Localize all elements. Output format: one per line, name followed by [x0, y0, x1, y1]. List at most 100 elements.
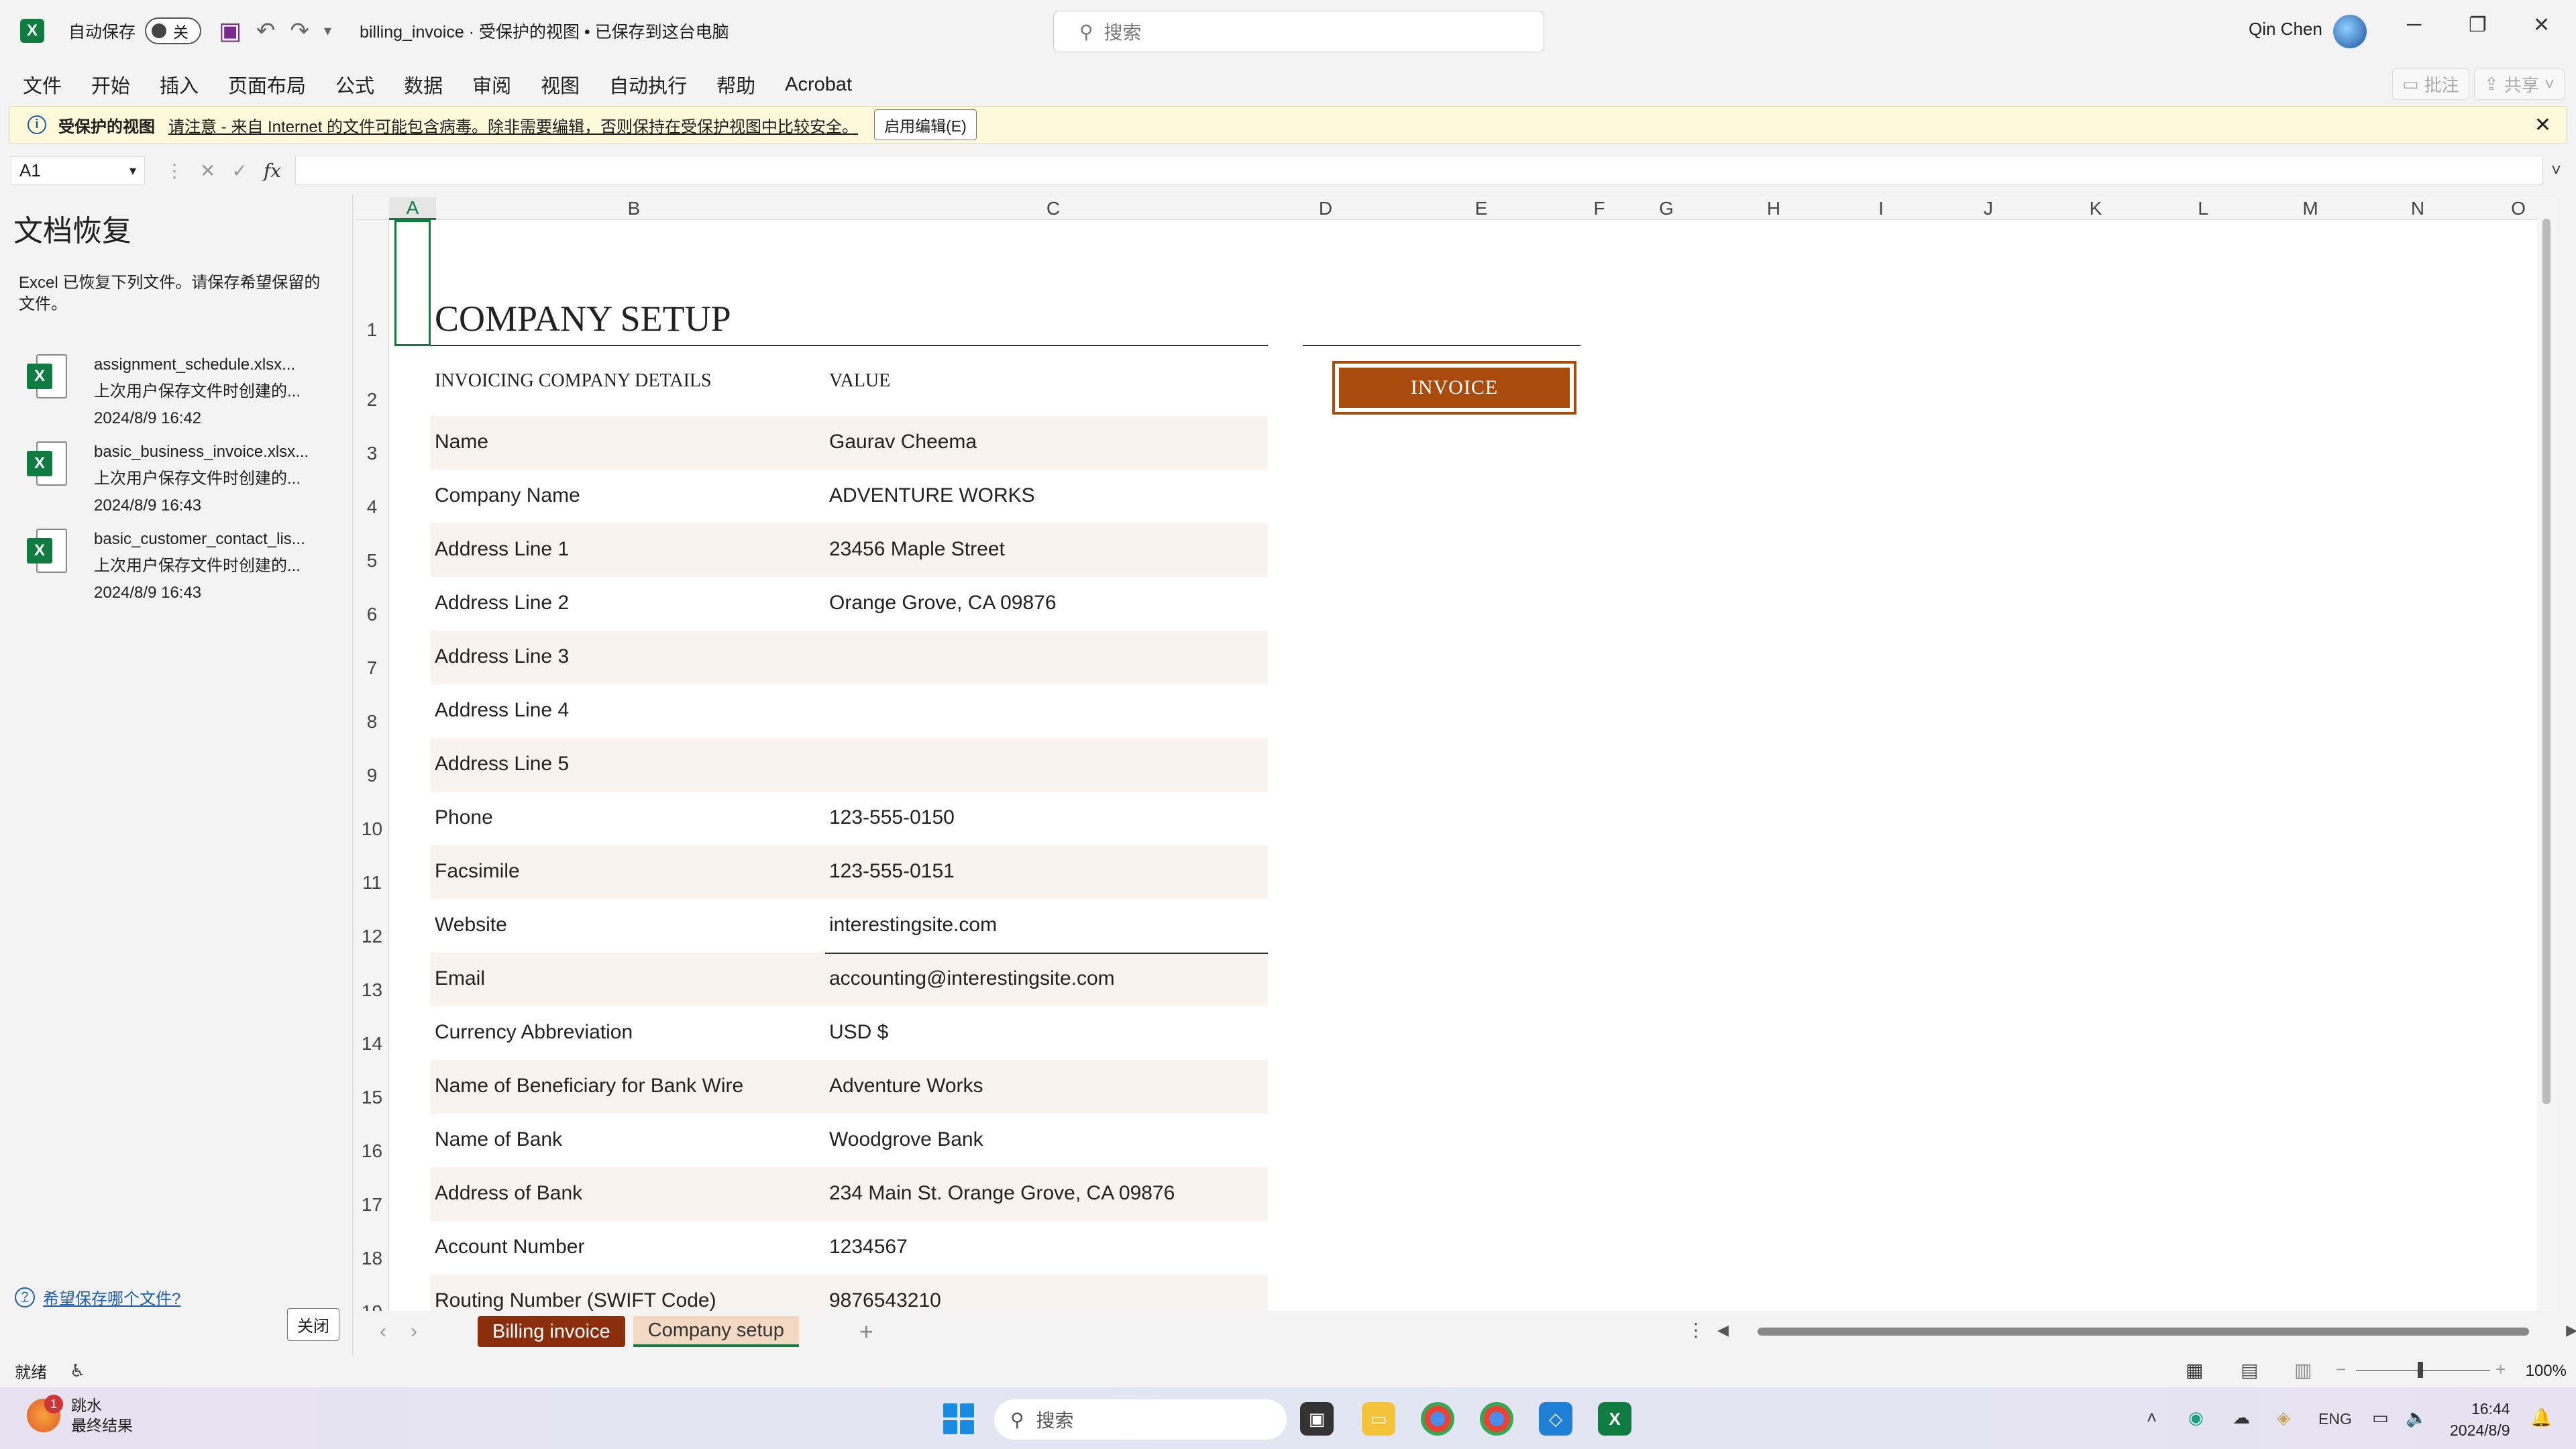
row-header[interactable]: 19	[356, 1275, 389, 1311]
vscode-icon[interactable]: ◇	[1539, 1402, 1572, 1436]
undo-icon[interactable]: ↶	[256, 17, 276, 44]
document-title[interactable]: billing_invoice · 受保护的视图 • 已保存到这台电脑	[360, 19, 729, 43]
column-header[interactable]: J	[1935, 197, 2042, 220]
zoom-out-icon[interactable]: −	[2336, 1359, 2346, 1380]
tab-billing-invoice[interactable]: Billing invoice	[478, 1316, 625, 1347]
share-button[interactable]: ⇪ 共享 ˅	[2474, 68, 2565, 100]
task-view-icon[interactable]: ▣	[1300, 1402, 1334, 1436]
chevron-down-icon[interactable]: ˅	[2551, 160, 2561, 180]
detail-value[interactable]: accounting@interestingsite.com	[829, 967, 1115, 990]
row-header[interactable]: 7	[356, 631, 389, 684]
banner-message[interactable]: 请注意 - 来自 Internet 的文件可能包含病毒。除非需要编辑，否则保持在…	[168, 113, 858, 137]
row-header[interactable]: 18	[356, 1221, 389, 1275]
customize-qat-icon[interactable]: ▾	[324, 22, 331, 40]
column-header[interactable]: C	[832, 197, 1275, 220]
column-header[interactable]: A	[389, 197, 436, 220]
menu-help[interactable]: 帮助	[702, 70, 770, 99]
menu-acrobat[interactable]: Acrobat	[770, 74, 867, 96]
chevron-right-icon[interactable]: ›	[411, 1320, 417, 1343]
detail-label[interactable]: Address Line 1	[435, 538, 569, 561]
row-header[interactable]: 3	[356, 416, 389, 470]
detail-label[interactable]: Facsimile	[435, 860, 520, 883]
menu-home[interactable]: 开始	[76, 70, 145, 99]
close-pane-button[interactable]: 关闭	[287, 1308, 339, 1341]
detail-value[interactable]: USD $	[829, 1021, 888, 1044]
row-header[interactable]: 16	[356, 1114, 389, 1167]
tab-company-setup[interactable]: Company setup	[633, 1316, 799, 1347]
add-sheet-button[interactable]: +	[859, 1318, 873, 1346]
row-header[interactable]: 13	[356, 953, 389, 1006]
enable-editing-button[interactable]: 启用编辑(E)	[874, 109, 977, 140]
scroll-left-icon[interactable]: ◀	[1717, 1322, 1729, 1339]
column-header[interactable]: G	[1613, 197, 1720, 220]
notification-bell-icon[interactable]: 🔔	[2530, 1407, 2552, 1428]
edge-icon[interactable]: ◉	[2188, 1407, 2204, 1428]
detail-value[interactable]: 234 Main St. Orange Grove, CA 09876	[829, 1182, 1175, 1205]
row-header[interactable]: 9	[356, 738, 389, 792]
detail-value[interactable]: ADVENTURE WORKS	[829, 484, 1035, 507]
zoom-slider-knob[interactable]	[2418, 1362, 2423, 1378]
enter-icon[interactable]: ✓	[231, 160, 247, 182]
spreadsheet-grid[interactable]: ABCDEFGHIJKLMNO 1 2 3 4 5 6 7 8 9 10 11 12 13 14 15 16 1…	[356, 197, 2556, 1311]
scroll-right-icon[interactable]: ▶	[2566, 1322, 2576, 1339]
normal-view-icon[interactable]: ▦	[2186, 1359, 2203, 1381]
column-header[interactable]: I	[1827, 197, 1935, 220]
comments-button[interactable]: ▭ 批注	[2392, 68, 2469, 100]
detail-value[interactable]: interestingsite.com	[829, 914, 997, 936]
select-all-corner[interactable]	[356, 197, 389, 220]
row-header[interactable]: 14	[356, 1006, 389, 1060]
column-header[interactable]: D	[1275, 197, 1377, 220]
menu-data[interactable]: 数据	[389, 70, 458, 99]
help-link[interactable]: ? 希望保存哪个文件?	[15, 1285, 180, 1309]
menu-insert[interactable]: 插入	[145, 70, 213, 99]
taskbar-search[interactable]: ⚲ 搜索	[994, 1399, 1287, 1440]
zoom-slider[interactable]	[2356, 1370, 2490, 1371]
name-box[interactable]: A1 ▾	[11, 156, 145, 184]
close-button[interactable]: ✕	[2533, 13, 2550, 37]
value-header[interactable]: VALUE	[829, 370, 890, 392]
detail-label[interactable]: Address Line 4	[435, 699, 569, 722]
row-header[interactable]: 8	[356, 684, 389, 738]
column-header[interactable]: H	[1720, 197, 1827, 220]
news-widget[interactable]: 1 跳水 最终结果	[27, 1395, 133, 1436]
insert-function-icon[interactable]: fx	[264, 160, 281, 182]
detail-label[interactable]: Address of Bank	[435, 1182, 582, 1205]
scrollbar-thumb[interactable]	[2542, 219, 2551, 1104]
page-layout-view-icon[interactable]: ▤	[2241, 1359, 2258, 1381]
app-tray-icon[interactable]: ◈	[2277, 1407, 2290, 1428]
column-header[interactable]: F	[1586, 197, 1613, 220]
chevron-left-icon[interactable]: ‹	[380, 1320, 386, 1343]
autosave-toggle[interactable]: 关	[145, 17, 202, 44]
detail-value[interactable]: 123-555-0151	[829, 860, 955, 883]
row-header[interactable]: 10	[356, 792, 389, 845]
detail-label[interactable]: Routing Number (SWIFT Code)	[435, 1289, 716, 1311]
row-header[interactable]: 6	[356, 577, 389, 631]
zoom-level[interactable]: 100%	[2526, 1362, 2567, 1381]
menu-view[interactable]: 视图	[526, 70, 594, 99]
row-header[interactable]: 4	[356, 470, 389, 523]
detail-value[interactable]: Woodgrove Bank	[829, 1128, 983, 1151]
scrollbar-thumb[interactable]	[1758, 1328, 2529, 1336]
detail-label[interactable]: Account Number	[435, 1236, 584, 1258]
column-header[interactable]: B	[436, 197, 832, 220]
column-header[interactable]: E	[1377, 197, 1586, 220]
detail-value[interactable]: 23456 Maple Street	[829, 538, 1005, 561]
column-header[interactable]: N	[2364, 197, 2471, 220]
cancel-icon[interactable]: ✕	[200, 160, 215, 182]
row-header[interactable]: 5	[356, 523, 389, 577]
search-input[interactable]: ⚲ 搜索	[1053, 11, 1544, 52]
user-name[interactable]: Qin Chen	[2249, 19, 2322, 40]
formula-input[interactable]	[295, 156, 2542, 185]
column-header[interactable]: L	[2149, 197, 2257, 220]
more-options-icon[interactable]: ⋮	[165, 160, 184, 182]
minimize-button[interactable]: ─	[2407, 13, 2421, 36]
detail-value[interactable]: 123-555-0150	[829, 806, 955, 829]
details-header[interactable]: INVOICING COMPANY DETAILS	[435, 370, 712, 392]
chrome-icon[interactable]	[1421, 1402, 1454, 1436]
restore-button[interactable]: ❐	[2469, 13, 2487, 37]
row-header[interactable]: 1	[356, 220, 389, 346]
start-button[interactable]	[943, 1403, 974, 1434]
row-header[interactable]: 2	[356, 346, 389, 416]
excel-taskbar-icon[interactable]: X	[1598, 1402, 1631, 1436]
row-header[interactable]: 12	[356, 899, 389, 953]
